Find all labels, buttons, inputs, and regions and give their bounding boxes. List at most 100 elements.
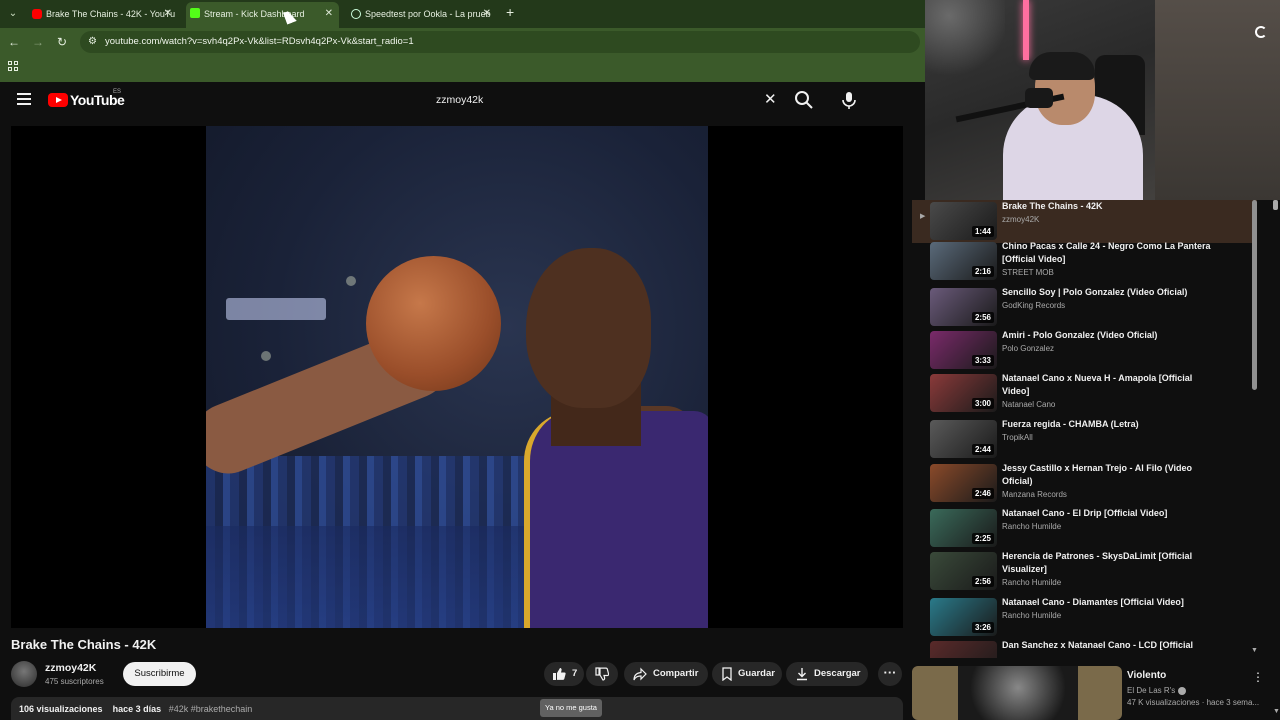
new-tab-icon[interactable]: + <box>506 4 514 20</box>
microphone-icon[interactable] <box>838 89 860 111</box>
video-frame <box>206 126 708 628</box>
playlist-thumbnail[interactable]: 3:26 <box>930 598 997 636</box>
playlist-item[interactable]: 2:56 Sencillo Soy | Polo Gonzalez (Video … <box>912 286 1257 329</box>
playlist-item[interactable]: 3:26 Natanael Cano - Diamantes [Official … <box>912 596 1257 639</box>
playlist-scrollbar[interactable] <box>1252 200 1257 390</box>
search-input[interactable]: zzmoy42k ✕ <box>424 87 794 113</box>
playlist-item[interactable]: 2:56 Herencia de Patrones - SkysDaLimit [… <box>912 550 1257 593</box>
video-duration: 2:56 <box>971 312 994 323</box>
more-actions-icon[interactable]: ··· <box>878 662 902 686</box>
close-tab-icon[interactable]: ✕ <box>483 3 491 25</box>
playlist-thumbnail[interactable]: 1:44 <box>930 202 997 240</box>
like-button[interactable]: 7 <box>544 662 584 686</box>
dislike-button[interactable] <box>586 662 618 686</box>
playlist-thumbnail[interactable]: 2:46 <box>930 464 997 502</box>
description-meta: 106 visualizaciones hace 3 días #42k #br… <box>19 704 252 714</box>
playlist-item-channel: Natanael Cano <box>1002 400 1056 409</box>
playlist-thumbnail[interactable]: 3:33 <box>930 331 997 369</box>
close-tab-icon[interactable]: ✕ <box>325 2 333 26</box>
download-button[interactable]: Descargar <box>786 662 868 686</box>
share-button[interactable]: Compartir <box>624 662 708 686</box>
recommended-video[interactable]: Violento El De Las R's 47 K visualizacio… <box>912 666 1264 720</box>
playlist-thumbnail[interactable]: 2:56 <box>930 288 997 326</box>
search-icon[interactable] <box>794 90 814 110</box>
playlist-item-channel: Rancho Humilde <box>1002 611 1062 620</box>
hashtags[interactable]: #42k #brakethechain <box>169 704 253 714</box>
playlist-item-title[interactable]: Natanael Cano x Nueva H - Amapola [Offic… <box>1002 372 1222 398</box>
tab-youtube[interactable]: Brake The Chains - 42K - YouTu ✕ <box>28 3 178 25</box>
back-icon[interactable]: ← <box>6 34 22 50</box>
channel-name[interactable]: zzmoy42K <box>45 662 96 674</box>
playlist-item[interactable]: ▶ 1:44 Brake The Chains - 42K zzmoy42K <box>912 200 1257 243</box>
browser-chrome: ⌄ Brake The Chains - 42K - YouTu ✕ Strea… <box>0 0 925 82</box>
tab-search-icon[interactable]: ⌄ <box>5 6 21 22</box>
video-duration: 2:46 <box>971 488 994 499</box>
site-info-icon[interactable]: ⚙ <box>88 36 97 47</box>
playlist-item[interactable]: 3:00 Natanael Cano x Nueva H - Amapola [O… <box>912 372 1257 415</box>
speedtest-favicon-icon <box>351 9 361 19</box>
playlist-thumbnail[interactable]: 3:00 <box>930 374 997 412</box>
loading-spinner-icon <box>1255 26 1267 38</box>
scroll-down-icon[interactable]: ▼ <box>1251 647 1258 654</box>
recommended-meta: 47 K visualizaciones · hace 3 sema... <box>1127 698 1260 707</box>
subscriber-count: 475 suscriptores <box>45 677 104 686</box>
page-scroll-down-icon[interactable]: ▼ <box>1273 708 1280 715</box>
playlist-thumbnail[interactable]: 2:16 <box>930 242 997 280</box>
playlist-thumbnail[interactable]: 2:25 <box>930 509 997 547</box>
playlist-item-title[interactable]: Sencillo Soy | Polo Gonzalez (Video Ofic… <box>1002 286 1222 299</box>
playlist-item-title[interactable]: Brake The Chains - 42K <box>1002 200 1222 213</box>
video-duration: 3:00 <box>971 398 994 409</box>
description-box[interactable]: 106 visualizaciones hace 3 días #42k #br… <box>11 697 903 720</box>
playlist-item[interactable]: 2:25 Natanael Cano - El Drip [Official Vi… <box>912 507 1257 550</box>
save-button[interactable]: Guardar <box>712 662 782 686</box>
playlist-item-channel: STREET MOB <box>1002 268 1054 277</box>
playlist-item-title[interactable]: Amiri - Polo Gonzalez (Video Oficial) <box>1002 329 1222 342</box>
channel-avatar[interactable] <box>11 661 37 687</box>
url-text: youtube.com/watch?v=svh4q2Px-Vk&list=RDs… <box>105 36 414 47</box>
video-player[interactable] <box>11 126 903 628</box>
view-count: 106 visualizaciones <box>19 704 103 714</box>
forward-icon[interactable]: → <box>30 34 46 50</box>
playlist-item-title[interactable]: Dan Sanchez x Natanael Cano - LCD [Offic… <box>1002 639 1222 652</box>
tab-speedtest[interactable]: Speedtest por Ookla - La prueb ✕ <box>347 3 497 25</box>
playlist-item-channel: Polo Gonzalez <box>1002 344 1055 353</box>
more-options-icon[interactable]: ⋮ <box>1252 670 1264 684</box>
close-tab-icon[interactable]: ✕ <box>164 3 172 25</box>
playlist-item-title[interactable]: Natanael Cano - El Drip [Official Video] <box>1002 507 1222 520</box>
video-duration: 3:33 <box>971 355 994 366</box>
upload-date: hace 3 días <box>112 704 162 714</box>
playlist-item-title[interactable]: Natanael Cano - Diamantes [Official Vide… <box>1002 596 1222 609</box>
menu-icon[interactable] <box>17 93 31 105</box>
recommended-thumbnail[interactable] <box>912 666 1122 720</box>
playlist-thumbnail[interactable]: 2:56 <box>930 552 997 590</box>
bookmarks-bar <box>0 56 925 78</box>
playlist-item-channel: Rancho Humilde <box>1002 578 1062 587</box>
recommended-channel[interactable]: El De Las R's <box>1127 686 1187 695</box>
playlist-item[interactable]: Dan Sanchez x Natanael Cano - LCD [Offic… <box>912 639 1257 658</box>
playlist-item[interactable]: 2:44 Fuerza regida - CHAMBA (Letra) Tropik… <box>912 418 1257 461</box>
playlist-thumbnail[interactable]: 2:44 <box>930 420 997 458</box>
tab-kick-dashboard[interactable]: Stream - Kick Dashboard ✕ <box>186 2 339 28</box>
playlist-item-title[interactable]: Fuerza regida - CHAMBA (Letra) <box>1002 418 1222 431</box>
playlist-thumbnail[interactable] <box>930 641 997 658</box>
youtube-header: YouTube ES zzmoy42k ✕ <box>0 82 912 118</box>
screen: ⌄ Brake The Chains - 42K - YouTu ✕ Strea… <box>0 0 1280 720</box>
reload-icon[interactable]: ↻ <box>54 34 70 50</box>
clear-search-icon[interactable]: ✕ <box>764 90 777 108</box>
subscribe-button[interactable]: Suscribirme <box>123 662 196 686</box>
recommended-title[interactable]: Violento <box>1127 670 1166 681</box>
address-bar-row: ← → ↻ ⚙ youtube.com/watch?v=svh4q2Px-Vk&… <box>0 28 925 56</box>
playlist-item-title[interactable]: Herencia de Patrones - SkysDaLimit [Offi… <box>1002 550 1222 576</box>
playlist-item[interactable]: 2:16 Chino Pacas x Calle 24 - Negro Como … <box>912 240 1257 283</box>
playlist-item-channel: TropikAll <box>1002 433 1033 442</box>
url-field[interactable]: ⚙ youtube.com/watch?v=svh4q2Px-Vk&list=R… <box>80 31 920 53</box>
video-duration: 2:56 <box>971 576 994 587</box>
streamer-cap <box>1029 52 1095 80</box>
playlist-item-title[interactable]: Jessy Castillo x Hernan Trejo - Al Filo … <box>1002 462 1222 488</box>
playlist-item[interactable]: 2:46 Jessy Castillo x Hernan Trejo - Al F… <box>912 462 1257 505</box>
playlist-item-title[interactable]: Chino Pacas x Calle 24 - Negro Como La P… <box>1002 240 1222 266</box>
apps-grid-icon[interactable] <box>8 61 18 71</box>
webcam-overlay <box>925 0 1280 200</box>
playlist-item[interactable]: 3:33 Amiri - Polo Gonzalez (Video Oficial… <box>912 329 1257 372</box>
page-scrollbar[interactable] <box>1273 200 1278 210</box>
